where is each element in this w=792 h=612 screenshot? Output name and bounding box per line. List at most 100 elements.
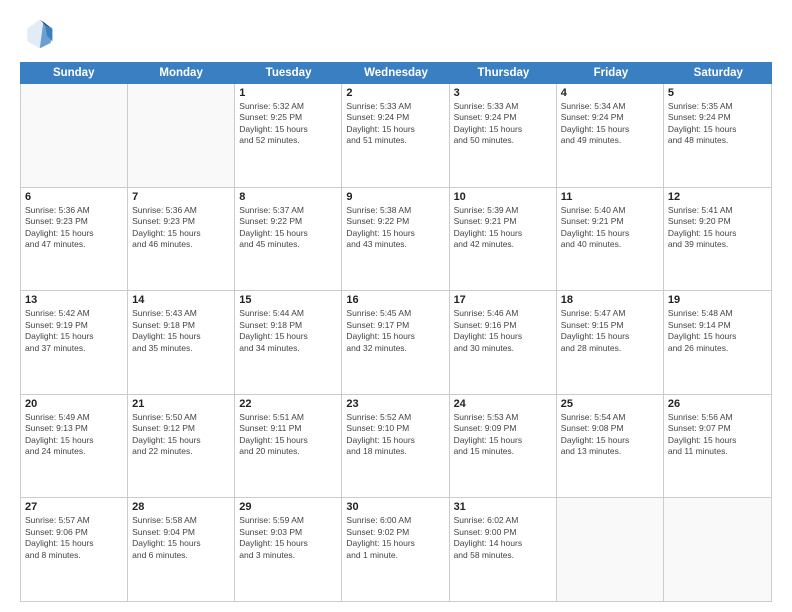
cell-line: Sunrise: 5:47 AM bbox=[561, 308, 659, 319]
day-number: 30 bbox=[346, 501, 444, 513]
cell-line: and 18 minutes. bbox=[346, 446, 444, 457]
cal-cell: 23Sunrise: 5:52 AMSunset: 9:10 PMDayligh… bbox=[342, 395, 449, 498]
cell-line: Sunrise: 5:53 AM bbox=[454, 412, 552, 423]
day-number: 12 bbox=[668, 191, 767, 203]
cell-line: Daylight: 15 hours bbox=[561, 435, 659, 446]
cell-line: Sunset: 9:17 PM bbox=[346, 320, 444, 331]
page: SundayMondayTuesdayWednesdayThursdayFrid… bbox=[0, 0, 792, 612]
cell-line: and 1 minute. bbox=[346, 550, 444, 561]
cell-line: Sunrise: 5:39 AM bbox=[454, 205, 552, 216]
cal-cell: 9Sunrise: 5:38 AMSunset: 9:22 PMDaylight… bbox=[342, 188, 449, 291]
cell-line: Sunrise: 5:49 AM bbox=[25, 412, 123, 423]
cal-cell bbox=[128, 84, 235, 187]
cell-line: Sunset: 9:04 PM bbox=[132, 527, 230, 538]
cal-cell: 18Sunrise: 5:47 AMSunset: 9:15 PMDayligh… bbox=[557, 291, 664, 394]
cell-line: and 43 minutes. bbox=[346, 239, 444, 250]
cell-line: Daylight: 15 hours bbox=[346, 124, 444, 135]
cal-cell: 11Sunrise: 5:40 AMSunset: 9:21 PMDayligh… bbox=[557, 188, 664, 291]
cell-line: Daylight: 15 hours bbox=[561, 228, 659, 239]
cell-line: Sunrise: 5:51 AM bbox=[239, 412, 337, 423]
cell-line: and 32 minutes. bbox=[346, 343, 444, 354]
cell-line: and 34 minutes. bbox=[239, 343, 337, 354]
cell-line: Sunset: 9:14 PM bbox=[668, 320, 767, 331]
cal-cell: 27Sunrise: 5:57 AMSunset: 9:06 PMDayligh… bbox=[21, 498, 128, 601]
cal-cell: 4Sunrise: 5:34 AMSunset: 9:24 PMDaylight… bbox=[557, 84, 664, 187]
cell-line: Sunrise: 5:32 AM bbox=[239, 101, 337, 112]
header-day-thursday: Thursday bbox=[450, 62, 557, 84]
day-number: 14 bbox=[132, 294, 230, 306]
cell-line: Sunrise: 5:50 AM bbox=[132, 412, 230, 423]
cell-line: and 26 minutes. bbox=[668, 343, 767, 354]
cell-line: Daylight: 14 hours bbox=[454, 538, 552, 549]
week-row-4: 27Sunrise: 5:57 AMSunset: 9:06 PMDayligh… bbox=[21, 498, 771, 601]
cell-line: Daylight: 15 hours bbox=[239, 331, 337, 342]
cal-cell: 12Sunrise: 5:41 AMSunset: 9:20 PMDayligh… bbox=[664, 188, 771, 291]
cell-line: Sunrise: 5:33 AM bbox=[454, 101, 552, 112]
day-number: 18 bbox=[561, 294, 659, 306]
cell-line: Sunrise: 5:41 AM bbox=[668, 205, 767, 216]
cell-line: Daylight: 15 hours bbox=[561, 124, 659, 135]
cell-line: Sunset: 9:24 PM bbox=[454, 112, 552, 123]
calendar-header: SundayMondayTuesdayWednesdayThursdayFrid… bbox=[20, 62, 772, 84]
header-day-friday: Friday bbox=[557, 62, 664, 84]
cell-line: Daylight: 15 hours bbox=[346, 228, 444, 239]
cell-line: and 49 minutes. bbox=[561, 135, 659, 146]
day-number: 13 bbox=[25, 294, 123, 306]
cal-cell: 13Sunrise: 5:42 AMSunset: 9:19 PMDayligh… bbox=[21, 291, 128, 394]
cal-cell: 8Sunrise: 5:37 AMSunset: 9:22 PMDaylight… bbox=[235, 188, 342, 291]
cell-line: Sunrise: 5:38 AM bbox=[346, 205, 444, 216]
cell-line: and 58 minutes. bbox=[454, 550, 552, 561]
cell-line: Daylight: 15 hours bbox=[668, 435, 767, 446]
day-number: 3 bbox=[454, 87, 552, 99]
cell-line: Sunset: 9:23 PM bbox=[132, 216, 230, 227]
cal-cell: 7Sunrise: 5:36 AMSunset: 9:23 PMDaylight… bbox=[128, 188, 235, 291]
cell-line: Sunset: 9:10 PM bbox=[346, 423, 444, 434]
cell-line: Sunset: 9:12 PM bbox=[132, 423, 230, 434]
cell-line: Daylight: 15 hours bbox=[239, 538, 337, 549]
logo-icon bbox=[20, 16, 56, 52]
cal-cell bbox=[21, 84, 128, 187]
cell-line: Daylight: 15 hours bbox=[668, 228, 767, 239]
header-day-monday: Monday bbox=[127, 62, 234, 84]
cell-line: Sunset: 9:08 PM bbox=[561, 423, 659, 434]
cell-line: Sunrise: 5:35 AM bbox=[668, 101, 767, 112]
cell-line: and 22 minutes. bbox=[132, 446, 230, 457]
day-number: 4 bbox=[561, 87, 659, 99]
cell-line: Sunset: 9:03 PM bbox=[239, 527, 337, 538]
cal-cell: 25Sunrise: 5:54 AMSunset: 9:08 PMDayligh… bbox=[557, 395, 664, 498]
cal-cell: 16Sunrise: 5:45 AMSunset: 9:17 PMDayligh… bbox=[342, 291, 449, 394]
cell-line: Sunset: 9:22 PM bbox=[239, 216, 337, 227]
week-row-1: 6Sunrise: 5:36 AMSunset: 9:23 PMDaylight… bbox=[21, 188, 771, 292]
cell-line: Daylight: 15 hours bbox=[25, 228, 123, 239]
cal-cell bbox=[664, 498, 771, 601]
cell-line: Sunset: 9:21 PM bbox=[454, 216, 552, 227]
day-number: 29 bbox=[239, 501, 337, 513]
cell-line: Sunrise: 5:48 AM bbox=[668, 308, 767, 319]
cell-line: Daylight: 15 hours bbox=[346, 331, 444, 342]
cell-line: Daylight: 15 hours bbox=[668, 124, 767, 135]
cal-cell: 3Sunrise: 5:33 AMSunset: 9:24 PMDaylight… bbox=[450, 84, 557, 187]
cell-line: Sunset: 9:18 PM bbox=[132, 320, 230, 331]
cell-line: Sunrise: 5:42 AM bbox=[25, 308, 123, 319]
day-number: 10 bbox=[454, 191, 552, 203]
cell-line: Sunrise: 6:02 AM bbox=[454, 515, 552, 526]
cell-line: Daylight: 15 hours bbox=[132, 538, 230, 549]
cal-cell: 24Sunrise: 5:53 AMSunset: 9:09 PMDayligh… bbox=[450, 395, 557, 498]
cell-line: Daylight: 15 hours bbox=[132, 331, 230, 342]
day-number: 11 bbox=[561, 191, 659, 203]
cell-line: and 50 minutes. bbox=[454, 135, 552, 146]
cell-line: and 6 minutes. bbox=[132, 550, 230, 561]
day-number: 19 bbox=[668, 294, 767, 306]
cell-line: Sunset: 9:00 PM bbox=[454, 527, 552, 538]
calendar-body: 1Sunrise: 5:32 AMSunset: 9:25 PMDaylight… bbox=[20, 84, 772, 602]
cell-line: and 28 minutes. bbox=[561, 343, 659, 354]
header-day-saturday: Saturday bbox=[665, 62, 772, 84]
cal-cell: 31Sunrise: 6:02 AMSunset: 9:00 PMDayligh… bbox=[450, 498, 557, 601]
cell-line: Sunrise: 5:36 AM bbox=[25, 205, 123, 216]
cell-line: Daylight: 15 hours bbox=[239, 124, 337, 135]
day-number: 26 bbox=[668, 398, 767, 410]
cell-line: and 3 minutes. bbox=[239, 550, 337, 561]
cell-line: Sunrise: 5:36 AM bbox=[132, 205, 230, 216]
day-number: 27 bbox=[25, 501, 123, 513]
cell-line: Sunset: 9:21 PM bbox=[561, 216, 659, 227]
